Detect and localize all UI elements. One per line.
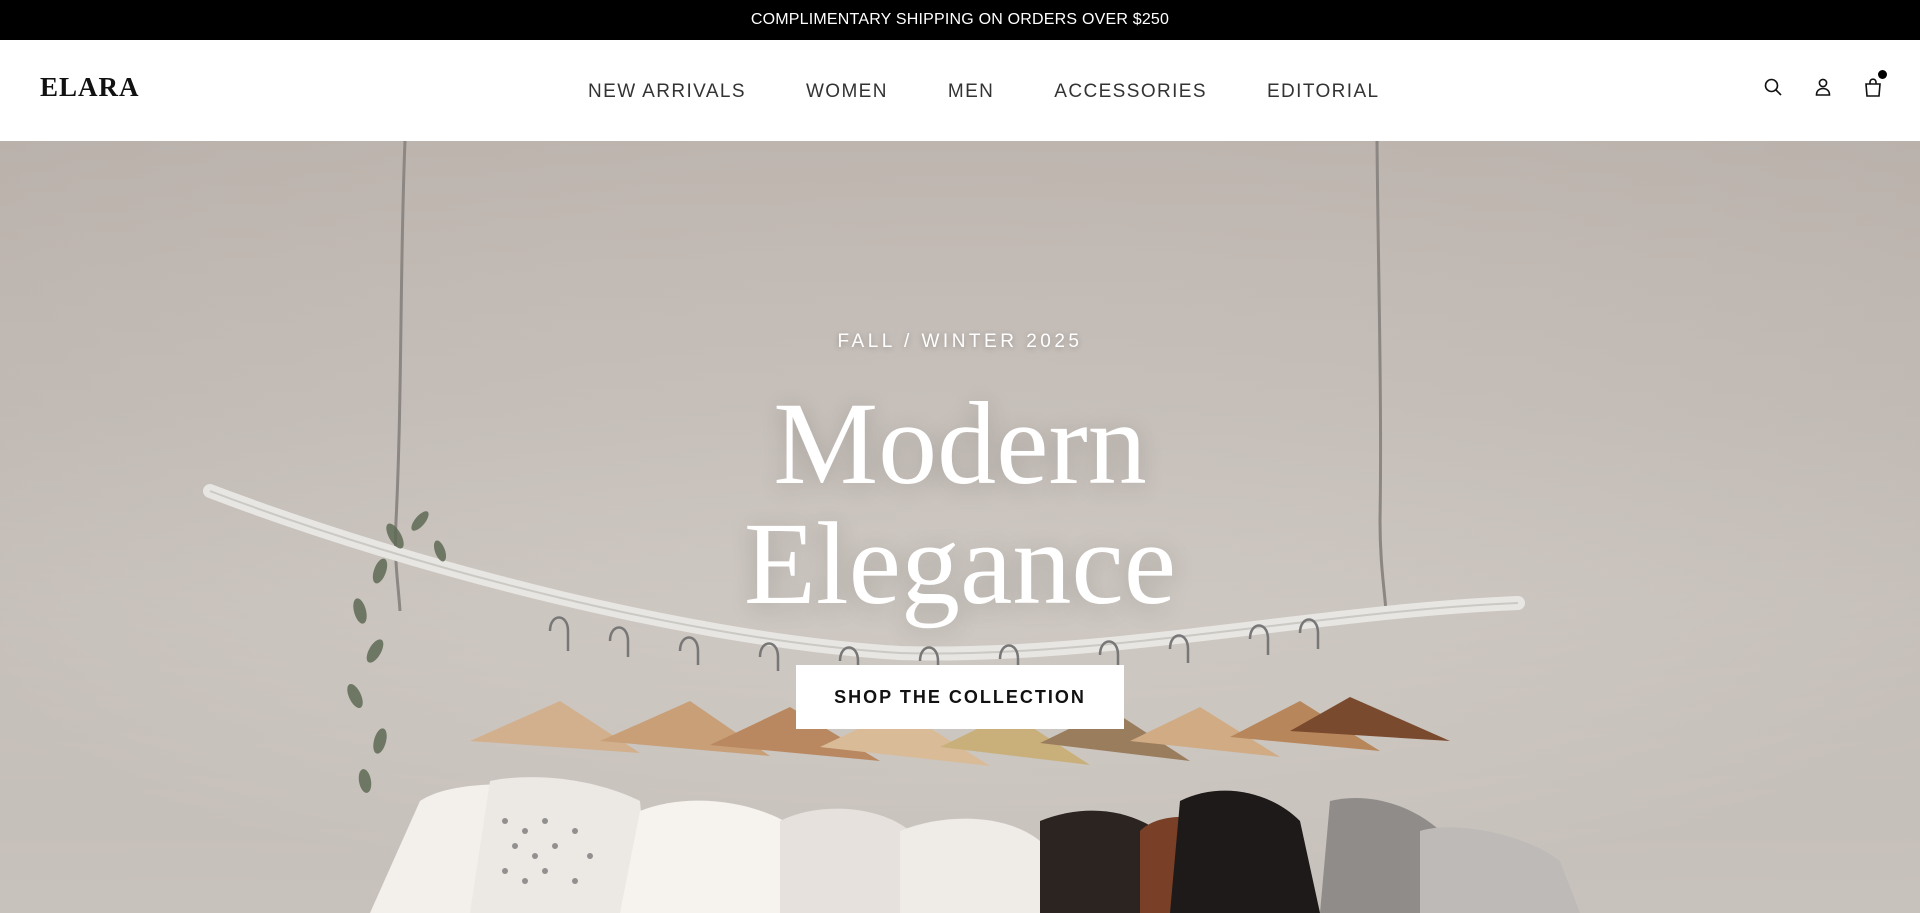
brand-logo[interactable]: ELARA [40,72,140,103]
nav-editorial[interactable]: EDITORIAL [1267,81,1380,103]
hero-headline-line1: Modern [773,378,1147,509]
nav-new-arrivals[interactable]: NEW ARRIVALS [588,81,746,103]
search-icon[interactable] [1762,76,1784,98]
hero-headline-line2: Elegance [743,498,1177,629]
hero-content: FALL / WINTER 2025 Modern Elegance SHOP … [0,141,1920,913]
account-icon[interactable] [1812,76,1834,98]
main-nav: NEW ARRIVALS WOMEN MEN ACCESSORIES EDITO… [588,80,1380,104]
header-actions [1762,70,1887,98]
shopping-bag-icon[interactable] [1862,70,1887,98]
shop-collection-button[interactable]: SHOP THE COLLECTION [796,665,1124,729]
announcement-bar: COMPLIMENTARY SHIPPING ON ORDERS OVER $2… [0,0,1920,40]
cart-indicator-dot [1878,70,1887,79]
season-label: FALL / WINTER 2025 [837,331,1083,352]
hero-banner: FALL / WINTER 2025 Modern Elegance SHOP … [0,141,1920,913]
nav-women[interactable]: WOMEN [806,81,888,103]
site-header: ELARA NEW ARRIVALS WOMEN MEN ACCESSORIES… [0,40,1920,141]
nav-men[interactable]: MEN [948,81,994,103]
hero-headline: Modern Elegance [0,384,1920,624]
announcement-text: COMPLIMENTARY SHIPPING ON ORDERS OVER $2… [750,11,1170,28]
nav-accessories[interactable]: ACCESSORIES [1054,81,1207,103]
